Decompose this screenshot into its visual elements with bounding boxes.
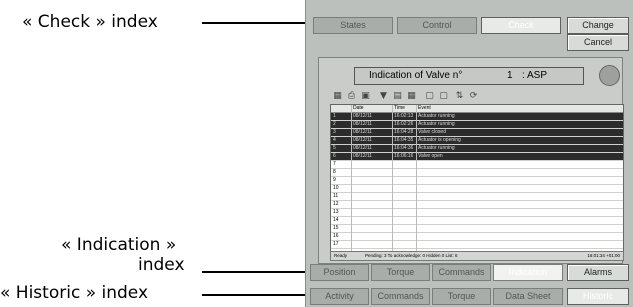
alarms-button[interactable]: Alarms (567, 264, 629, 281)
cell-date: 08/12/11 (353, 121, 373, 127)
cell-time: 16:02:26 (394, 121, 414, 127)
table-row[interactable]: 17 (331, 241, 623, 249)
header-event[interactable]: Event (418, 105, 431, 112)
cell-time: 16:04:28 (394, 129, 414, 135)
table-row[interactable]: 7 (331, 161, 623, 169)
tab-torque-2[interactable]: Torque (432, 288, 491, 305)
valve-name: : ASP (522, 70, 548, 81)
table-row[interactable]: 9 (331, 177, 623, 185)
cell-time: 16:02:13 (394, 113, 414, 119)
table-row[interactable]: 15 (331, 225, 623, 233)
cell-n: 13 (333, 209, 339, 215)
tab-commands-2[interactable]: Commands (371, 288, 430, 305)
table-row[interactable]: 14 (331, 217, 623, 225)
status-clock: 16:01:34 +01:00 (587, 253, 620, 258)
tab-check[interactable]: Check (481, 17, 561, 34)
paste-icon[interactable]: ▢ (438, 91, 449, 102)
status-bar: Ready Pending: 3 To acknowledge: 0 Hidde… (330, 251, 624, 261)
refresh-icon[interactable]: ⟳ (468, 91, 479, 102)
cell-n: 15 (333, 225, 339, 231)
cell-time: 16:04:35 (394, 137, 414, 143)
cell-date: 08/12/11 (353, 145, 373, 151)
cell-date: 08/12/11 (353, 137, 373, 143)
status-info: Pending: 3 To acknowledge: 0 Hidden 0 Li… (365, 253, 458, 258)
cell-n: 2 (333, 121, 336, 127)
cell-n: 11 (333, 193, 339, 199)
cell-n: 14 (333, 217, 339, 223)
table-row[interactable]: 10 (331, 185, 623, 193)
tab-commands[interactable]: Commands (432, 264, 491, 281)
cell-n: 17 (333, 241, 339, 247)
copy-icon[interactable]: ▢ (424, 91, 435, 102)
tab-data-sheet[interactable]: Data Sheet (493, 288, 563, 305)
settings-icon[interactable] (599, 65, 620, 86)
cell-n: 1 (333, 113, 336, 119)
valve-number: 1 (507, 70, 513, 81)
table-icon[interactable]: ▦ (406, 91, 417, 102)
tab-activity[interactable]: Activity (310, 288, 369, 305)
indication-index-annotation-line2: index (138, 255, 185, 275)
cell-n: 8 (333, 169, 336, 175)
cell-event: Valve open (418, 153, 443, 159)
table-row[interactable]: 13 (331, 209, 623, 217)
indication-index-annotation-line1: « Indication » (61, 235, 177, 255)
cell-event: Actuator running (418, 121, 455, 127)
filter-icon[interactable]: ▼ (378, 91, 389, 102)
sort-icon[interactable]: ⇅ (454, 91, 465, 102)
table-row[interactable]: 1 08/12/11 16:02:13 Actuator running (331, 113, 623, 121)
cell-n: 6 (333, 153, 336, 159)
toolbar: ▦ ⎙ ▣ ▼ ▤ ▦ ▢ ▢ ⇅ ⟳ (330, 89, 600, 104)
grid-col-line-1 (351, 105, 352, 252)
header-time[interactable]: Time (394, 105, 405, 112)
tab-position[interactable]: Position (310, 264, 369, 281)
preview-icon[interactable]: ▣ (360, 91, 371, 102)
table-row[interactable]: 2 08/12/11 16:02:26 Actuator running (331, 121, 623, 129)
tab-control[interactable]: Control (397, 17, 477, 34)
print-icon[interactable]: ⎙ (346, 91, 357, 102)
status-ready: Ready (334, 253, 348, 258)
cell-n: 4 (333, 137, 336, 143)
cell-n: 9 (333, 177, 336, 183)
cell-event: Valve closed (418, 129, 446, 135)
table-row[interactable]: 5 08/12/11 16:04:36 Actuator running (331, 145, 623, 153)
cell-n: 12 (333, 201, 339, 207)
table-row[interactable]: 12 (331, 201, 623, 209)
header-date[interactable]: Date (353, 105, 364, 112)
cell-date: 08/12/11 (353, 153, 373, 159)
table-row[interactable]: 11 (331, 193, 623, 201)
cell-n: 3 (333, 129, 336, 135)
export-icon[interactable]: ▦ (332, 91, 343, 102)
table-row[interactable]: 6 08/12/11 16:06:16 Valve open (331, 153, 623, 161)
historic-index-annotation: « Historic » index (0, 283, 149, 303)
panel-title-label: Indication of Valve n° (369, 70, 463, 81)
cell-n: 16 (333, 233, 339, 239)
event-grid[interactable]: Date Time Event 1 08/12/11 16:02:13 Actuato… (330, 104, 624, 253)
panel-title: Indication of Valve n° 1 : ASP (354, 67, 584, 85)
cell-event: Actuator running (418, 113, 455, 119)
table-row[interactable]: 3 08/12/11 16:04:28 Valve closed (331, 129, 623, 137)
cancel-button[interactable]: Cancel (567, 34, 629, 51)
cell-date: 08/12/11 (353, 129, 373, 135)
check-index-annotation: « Check » index (22, 12, 158, 32)
cell-time: 16:06:16 (394, 153, 414, 159)
cell-event: Actuator running (418, 145, 455, 151)
cell-event: Actuator is opening (418, 137, 461, 143)
cell-date: 08/12/11 (353, 113, 373, 119)
change-button[interactable]: Change (567, 17, 629, 34)
cell-n: 7 (333, 161, 336, 167)
tab-states[interactable]: States (313, 17, 393, 34)
tab-historic[interactable]: Historic (567, 288, 629, 305)
grid-header: Date Time Event (331, 105, 623, 113)
cell-n: 10 (333, 185, 339, 191)
cell-n: 5 (333, 145, 336, 151)
cell-time: 16:04:36 (394, 145, 414, 151)
grid-col-line-2 (392, 105, 393, 252)
columns-icon[interactable]: ▤ (392, 91, 403, 102)
grid-col-line-3 (416, 105, 417, 252)
tab-torque[interactable]: Torque (371, 264, 430, 281)
tab-indication[interactable]: Indication (493, 264, 563, 281)
table-row[interactable]: 16 (331, 233, 623, 241)
table-row[interactable]: 4 08/12/11 16:04:35 Actuator is opening (331, 137, 623, 145)
table-row[interactable]: 8 (331, 169, 623, 177)
